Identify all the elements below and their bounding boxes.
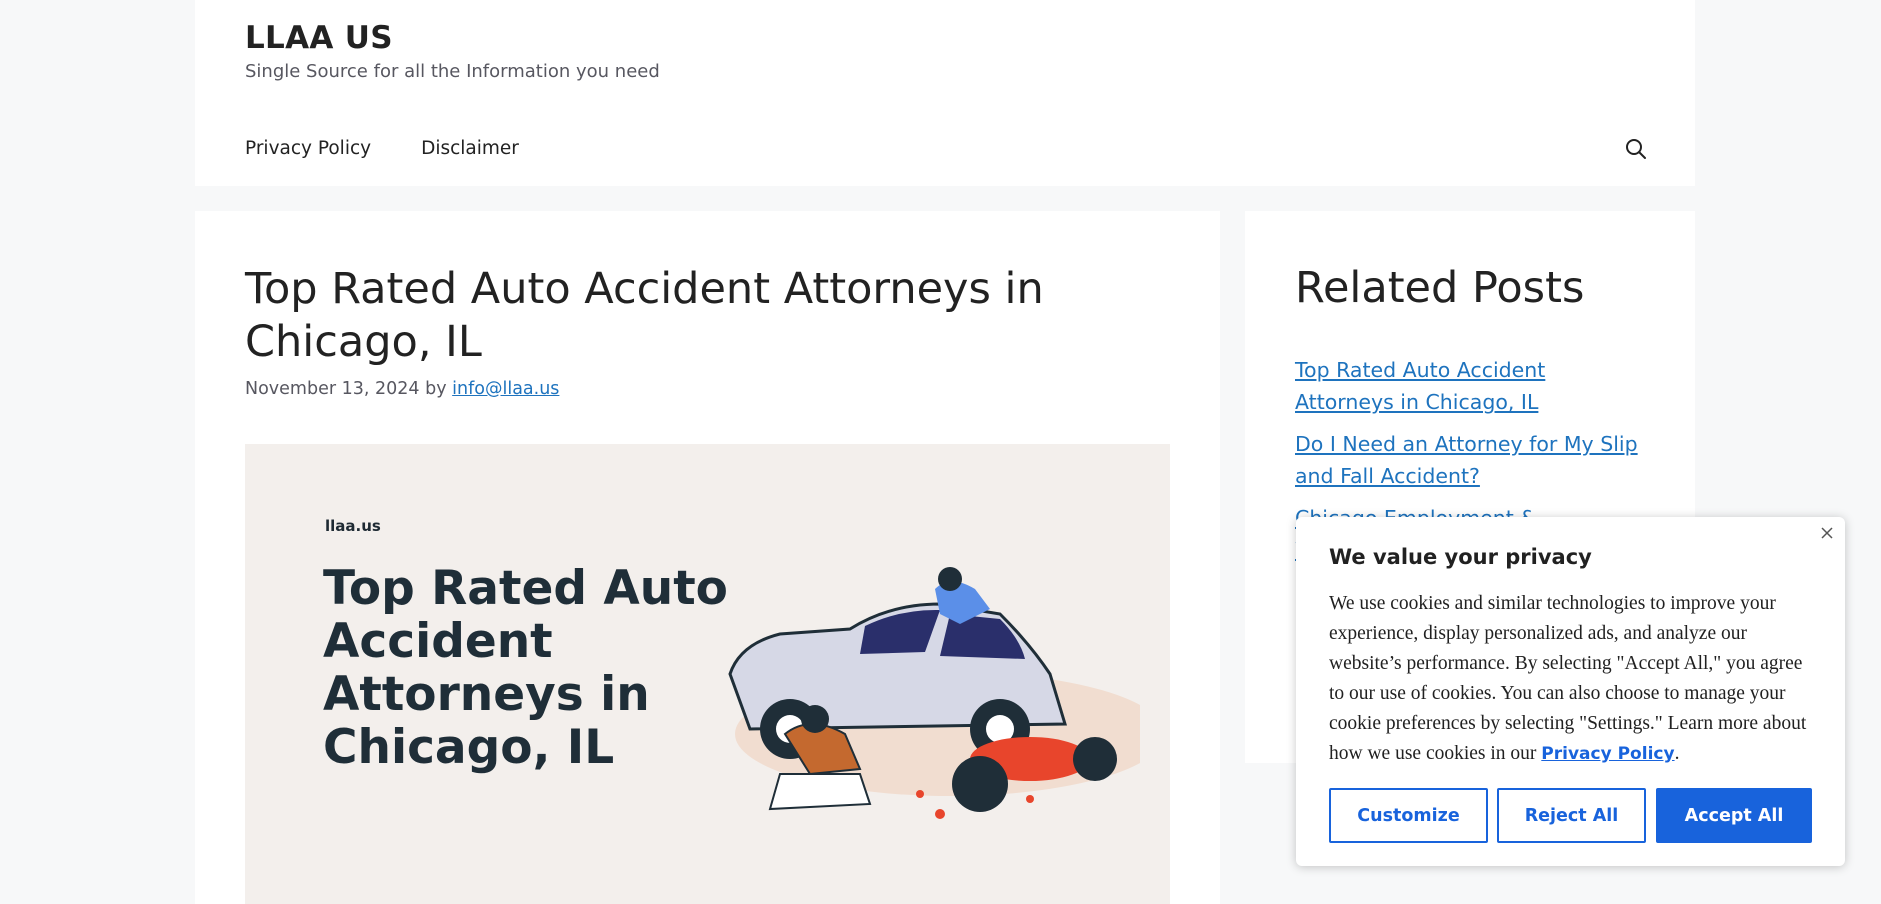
hero-title: Top Rated Auto Accident Attorneys in Chi… bbox=[323, 561, 728, 775]
privacy-policy-link[interactable]: Privacy Policy bbox=[1541, 744, 1674, 764]
nav-item-privacy-policy[interactable]: Privacy Policy bbox=[245, 138, 371, 159]
cookie-consent-dialog: We value your privacy We use cookies and… bbox=[1296, 517, 1845, 866]
main-nav: Privacy Policy Disclaimer bbox=[245, 138, 519, 159]
related-posts-heading: Related Posts bbox=[1295, 263, 1585, 313]
post-title: Top Rated Auto Accident Attorneys in Chi… bbox=[245, 264, 1044, 367]
related-post-link[interactable]: Do I Need an Attorney for My Slip and Fa… bbox=[1295, 428, 1645, 492]
post-date: November 13, 2024 bbox=[245, 379, 420, 399]
featured-image: llaa.us Top Rated Auto Accident Attorney… bbox=[245, 444, 1170, 904]
cookie-description: We use cookies and similar technologies … bbox=[1329, 589, 1821, 769]
post-by: by bbox=[425, 379, 447, 399]
cookie-period: . bbox=[1674, 743, 1680, 764]
customize-button[interactable]: Customize bbox=[1329, 788, 1488, 843]
accept-all-button[interactable]: Accept All bbox=[1656, 788, 1812, 843]
article: Top Rated Auto Accident Attorneys in Chi… bbox=[195, 211, 1220, 904]
reject-all-button[interactable]: Reject All bbox=[1497, 788, 1646, 843]
site-tagline: Single Source for all the Information yo… bbox=[245, 61, 660, 82]
nav-item-disclaimer[interactable]: Disclaimer bbox=[421, 138, 519, 159]
car-accident-illustration bbox=[728, 567, 1140, 819]
post-meta: November 13, 2024 by info@llaa.us bbox=[245, 379, 559, 399]
search-icon[interactable] bbox=[1623, 136, 1649, 162]
related-post-link[interactable]: Top Rated Auto Accident Attorneys in Chi… bbox=[1295, 354, 1645, 418]
site-header: LLAA US Single Source for all the Inform… bbox=[195, 0, 1695, 186]
site-title[interactable]: LLAA US bbox=[245, 20, 393, 56]
hero-brand: llaa.us bbox=[325, 517, 381, 535]
post-author-link[interactable]: info@llaa.us bbox=[452, 379, 559, 399]
close-icon[interactable] bbox=[1819, 525, 1835, 541]
cookie-body: We use cookies and similar technologies … bbox=[1329, 593, 1807, 764]
cookie-title: We value your privacy bbox=[1329, 545, 1592, 569]
